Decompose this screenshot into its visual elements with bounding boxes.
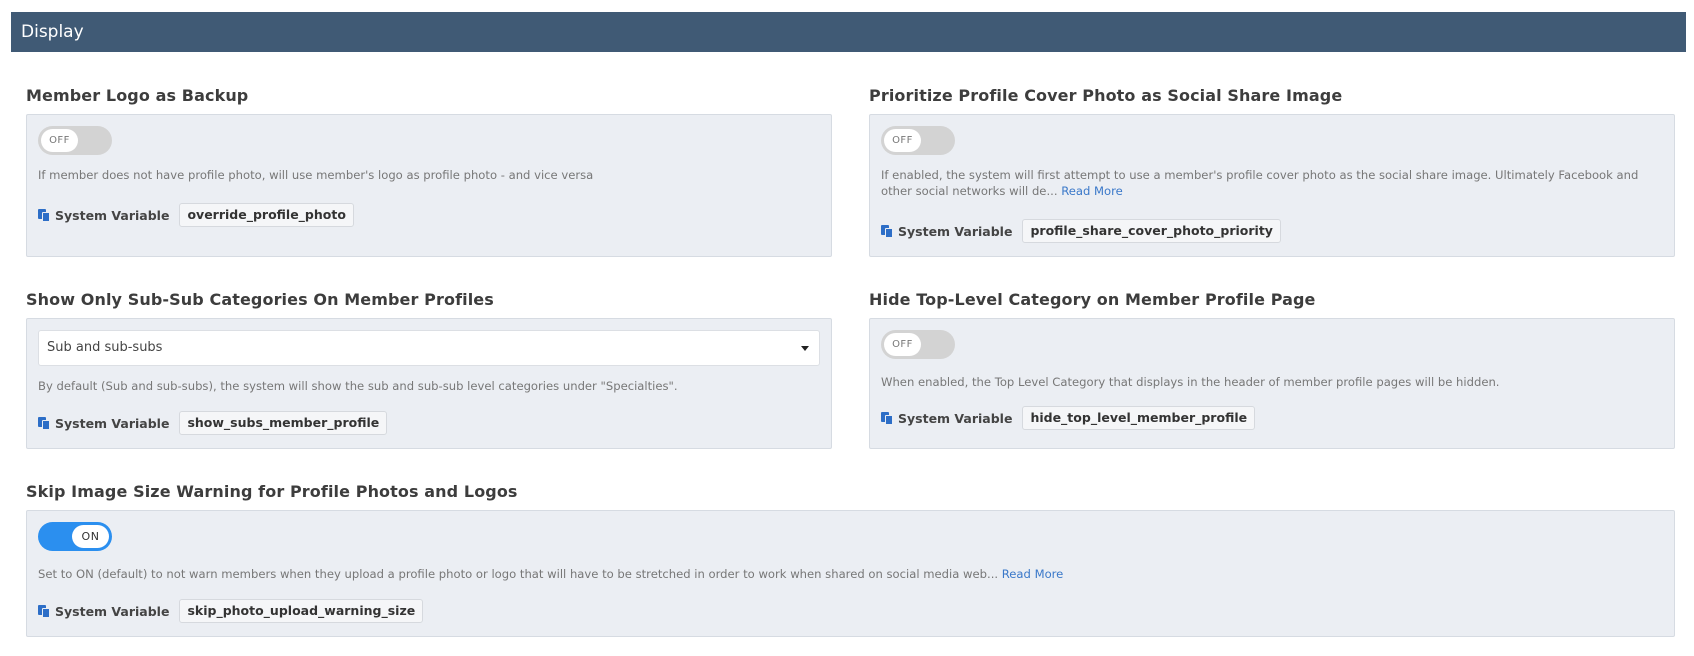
system-variable: System Variable override_profile_photo bbox=[38, 203, 354, 227]
setting-hide-top-level: Hide Top-Level Category on Member Profil… bbox=[869, 289, 1675, 454]
copy-icon[interactable] bbox=[38, 604, 51, 618]
setting-panel: OFF When enabled, the Top Level Category… bbox=[869, 318, 1675, 449]
setting-title: Show Only Sub-Sub Categories On Member P… bbox=[26, 290, 494, 309]
setting-panel: ON Set to ON (default) to not warn membe… bbox=[26, 510, 1675, 637]
system-variable-label: System Variable bbox=[898, 410, 1013, 426]
system-variable: System Variable show_subs_member_profile bbox=[38, 411, 388, 435]
toggle-state-label: OFF bbox=[892, 339, 913, 350]
select-value: Sub and sub-subs bbox=[47, 340, 163, 355]
system-variable-label: System Variable bbox=[898, 223, 1013, 239]
system-variable-value: hide_top_level_member_profile bbox=[1022, 406, 1256, 430]
hide-top-level-toggle[interactable]: OFF bbox=[881, 330, 955, 359]
copy-icon[interactable] bbox=[38, 416, 51, 430]
setting-panel: OFF If enabled, the system will first at… bbox=[869, 114, 1675, 257]
description-text: If member does not have profile photo, w… bbox=[38, 168, 594, 182]
cover-photo-toggle[interactable]: OFF bbox=[881, 126, 955, 155]
description-text: By default (Sub and sub-subs), the syste… bbox=[38, 379, 678, 393]
description-text: Set to ON (default) to not warn members … bbox=[38, 567, 999, 581]
copy-icon[interactable] bbox=[881, 411, 894, 425]
copy-icon[interactable] bbox=[38, 208, 51, 222]
copy-icon[interactable] bbox=[881, 224, 894, 238]
setting-title: Skip Image Size Warning for Profile Phot… bbox=[26, 482, 518, 501]
description-text: If enabled, the system will first attemp… bbox=[881, 168, 1639, 198]
setting-description: Set to ON (default) to not warn members … bbox=[38, 566, 1654, 582]
setting-panel: OFF If member does not have profile phot… bbox=[26, 114, 832, 257]
setting-panel: Sub and sub-subs By default (Sub and sub… bbox=[26, 318, 832, 449]
read-more-link[interactable]: Read More bbox=[1061, 184, 1123, 198]
setting-description: If member does not have profile photo, w… bbox=[38, 167, 811, 183]
setting-description: If enabled, the system will first attemp… bbox=[881, 167, 1654, 199]
setting-description: When enabled, the Top Level Category tha… bbox=[881, 374, 1654, 390]
setting-title: Prioritize Profile Cover Photo as Social… bbox=[869, 86, 1343, 105]
system-variable-value: override_profile_photo bbox=[179, 203, 354, 227]
description-text: When enabled, the Top Level Category tha… bbox=[881, 375, 1500, 389]
setting-title: Hide Top-Level Category on Member Profil… bbox=[869, 290, 1316, 309]
toggle-state-label: ON bbox=[81, 530, 100, 543]
read-more-link[interactable]: Read More bbox=[1002, 567, 1064, 581]
section-title: Display bbox=[21, 22, 84, 42]
toggle-state-label: OFF bbox=[49, 135, 70, 146]
system-variable-value: skip_photo_upload_warning_size bbox=[179, 599, 424, 623]
member-logo-toggle[interactable]: OFF bbox=[38, 126, 112, 155]
system-variable-label: System Variable bbox=[55, 207, 170, 223]
system-variable-label: System Variable bbox=[55, 415, 170, 431]
system-variable-value: show_subs_member_profile bbox=[179, 411, 388, 435]
system-variable-label: System Variable bbox=[55, 603, 170, 619]
sub-categories-select[interactable]: Sub and sub-subs bbox=[38, 330, 820, 366]
setting-description: By default (Sub and sub-subs), the syste… bbox=[38, 378, 811, 394]
setting-sub-categories: Show Only Sub-Sub Categories On Member P… bbox=[26, 289, 832, 454]
setting-title: Member Logo as Backup bbox=[26, 86, 249, 105]
skip-warning-toggle[interactable]: ON bbox=[38, 522, 112, 551]
caret-down-icon bbox=[801, 346, 809, 351]
system-variable: System Variable skip_photo_upload_warnin… bbox=[38, 599, 424, 623]
setting-skip-warning: Skip Image Size Warning for Profile Phot… bbox=[26, 481, 1675, 641]
system-variable: System Variable hide_top_level_member_pr… bbox=[881, 406, 1256, 430]
section-header: Display bbox=[11, 12, 1686, 52]
system-variable-value: profile_share_cover_photo_priority bbox=[1022, 219, 1281, 243]
system-variable: System Variable profile_share_cover_phot… bbox=[881, 219, 1281, 243]
setting-member-logo: Member Logo as Backup OFF If member does… bbox=[26, 85, 832, 261]
toggle-state-label: OFF bbox=[892, 135, 913, 146]
setting-cover-photo: Prioritize Profile Cover Photo as Social… bbox=[869, 85, 1675, 261]
